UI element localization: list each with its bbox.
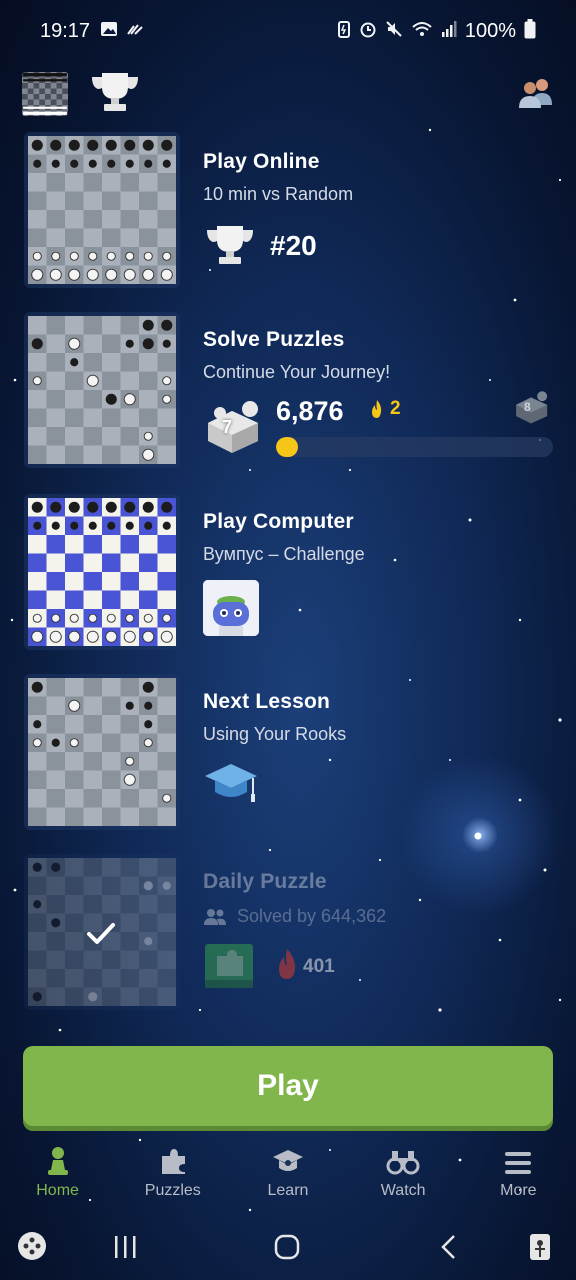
nav-puzzles[interactable]: Puzzles [115,1140,230,1210]
puzzle-icon [158,1140,188,1176]
play-online-card[interactable]: Play Online 10 min vs Random #20 [0,126,576,296]
system-nav-bar [0,1218,576,1274]
graduation-cap-icon [203,758,259,811]
nav-more[interactable]: More [461,1140,576,1210]
play-computer-title: Play Computer [203,510,354,533]
nav-learn[interactable]: Learn [230,1140,345,1210]
status-bar: 19:17 100% [0,0,576,62]
play-computer-board [24,494,180,650]
rank-value: #20 [270,230,317,261]
menu-icon [503,1140,533,1176]
trophy-icon[interactable] [90,71,140,118]
next-lesson-card[interactable]: Next Lesson Using Your Rooks [0,668,576,838]
people-icon [204,908,226,925]
game-launcher-icon[interactable] [16,1230,48,1267]
daily-puzzle-solved: Solved by 644,362 [203,906,386,927]
solve-puzzles-card[interactable]: Solve Puzzles Continue Your Journey! 7 6… [0,306,576,476]
wifi-icon [411,20,433,43]
bot-avatar [203,580,259,636]
puzzle-progress-fill [276,437,299,457]
friends-icon[interactable] [518,75,554,114]
play-online-board [24,132,180,288]
gallery-icon [100,21,118,42]
play-computer-subtitle: Вумпус – Challenge [203,544,365,564]
trophy-icon [205,224,255,271]
battery-percent: 100% [464,19,516,42]
profile-avatar[interactable] [22,72,68,116]
daily-streak-count: 401 [303,956,335,977]
puzzle-streak: 2 [370,398,401,420]
solve-puzzles-board [24,312,180,468]
play-computer-card[interactable]: Play Computer Вумпус – Challenge [0,488,576,658]
daily-puzzle-icon [203,942,255,995]
daily-puzzle-subtitle: Solved by 644,362 [237,906,387,926]
play-online-subtitle: 10 min vs Random [203,184,354,204]
battery-saver-icon [337,20,351,43]
top-bar [0,62,576,126]
puzzle-badge-icon: 7 [202,399,262,457]
puzzle-streak-count: 2 [390,398,401,419]
pawn-icon [45,1140,71,1176]
flame-icon [372,400,382,418]
play-button[interactable]: Play [23,1046,553,1126]
nav-puzzles-label: Puzzles [144,1182,201,1199]
daily-streak-flame-icon [276,948,298,985]
nav-home-label: Home [36,1182,79,1199]
daily-puzzle-card[interactable]: Daily Puzzle Solved by 644,362 401 [0,848,576,1018]
puzzle-badge-level: 7 [222,417,233,437]
checkmark-icon [86,922,116,951]
next-lesson-board [24,674,180,830]
home-card-list: Play Online 10 min vs Random #20 Solve P… [0,126,576,1026]
back-icon[interactable] [438,1234,460,1265]
puzzle-rating: 6,876 [276,396,344,426]
daily-puzzle-title: Daily Puzzle [203,870,327,893]
binoculars-icon [386,1140,420,1176]
accessibility-icon[interactable] [528,1232,556,1267]
next-badge-icon: 8 [512,390,550,426]
signal-icon [441,20,457,43]
nav-watch-label: Watch [380,1182,426,1199]
puzzle-progress-bar [276,437,553,457]
nav-home[interactable]: Home [0,1140,115,1210]
bottom-nav: Home Puzzles Learn Watch More [0,1140,576,1210]
play-online-title: Play Online [203,150,320,173]
missed-call-icon [126,22,144,41]
home-icon[interactable] [274,1234,300,1265]
next-lesson-subtitle: Using Your Rooks [203,724,347,744]
next-lesson-title: Next Lesson [203,690,331,713]
status-time: 19:17 [40,19,91,42]
battery-icon [524,18,536,44]
mute-icon [385,20,403,43]
solve-puzzles-title: Solve Puzzles [203,328,345,351]
next-badge-level: 8 [524,400,531,414]
nav-watch[interactable]: Watch [346,1140,461,1210]
nav-more-label: More [500,1182,537,1199]
recent-apps-icon[interactable] [112,1234,138,1265]
solve-puzzles-subtitle: Continue Your Journey! [203,362,391,382]
alarm-icon [359,20,377,43]
graduation-cap-icon [271,1140,305,1176]
nav-learn-label: Learn [267,1182,309,1199]
